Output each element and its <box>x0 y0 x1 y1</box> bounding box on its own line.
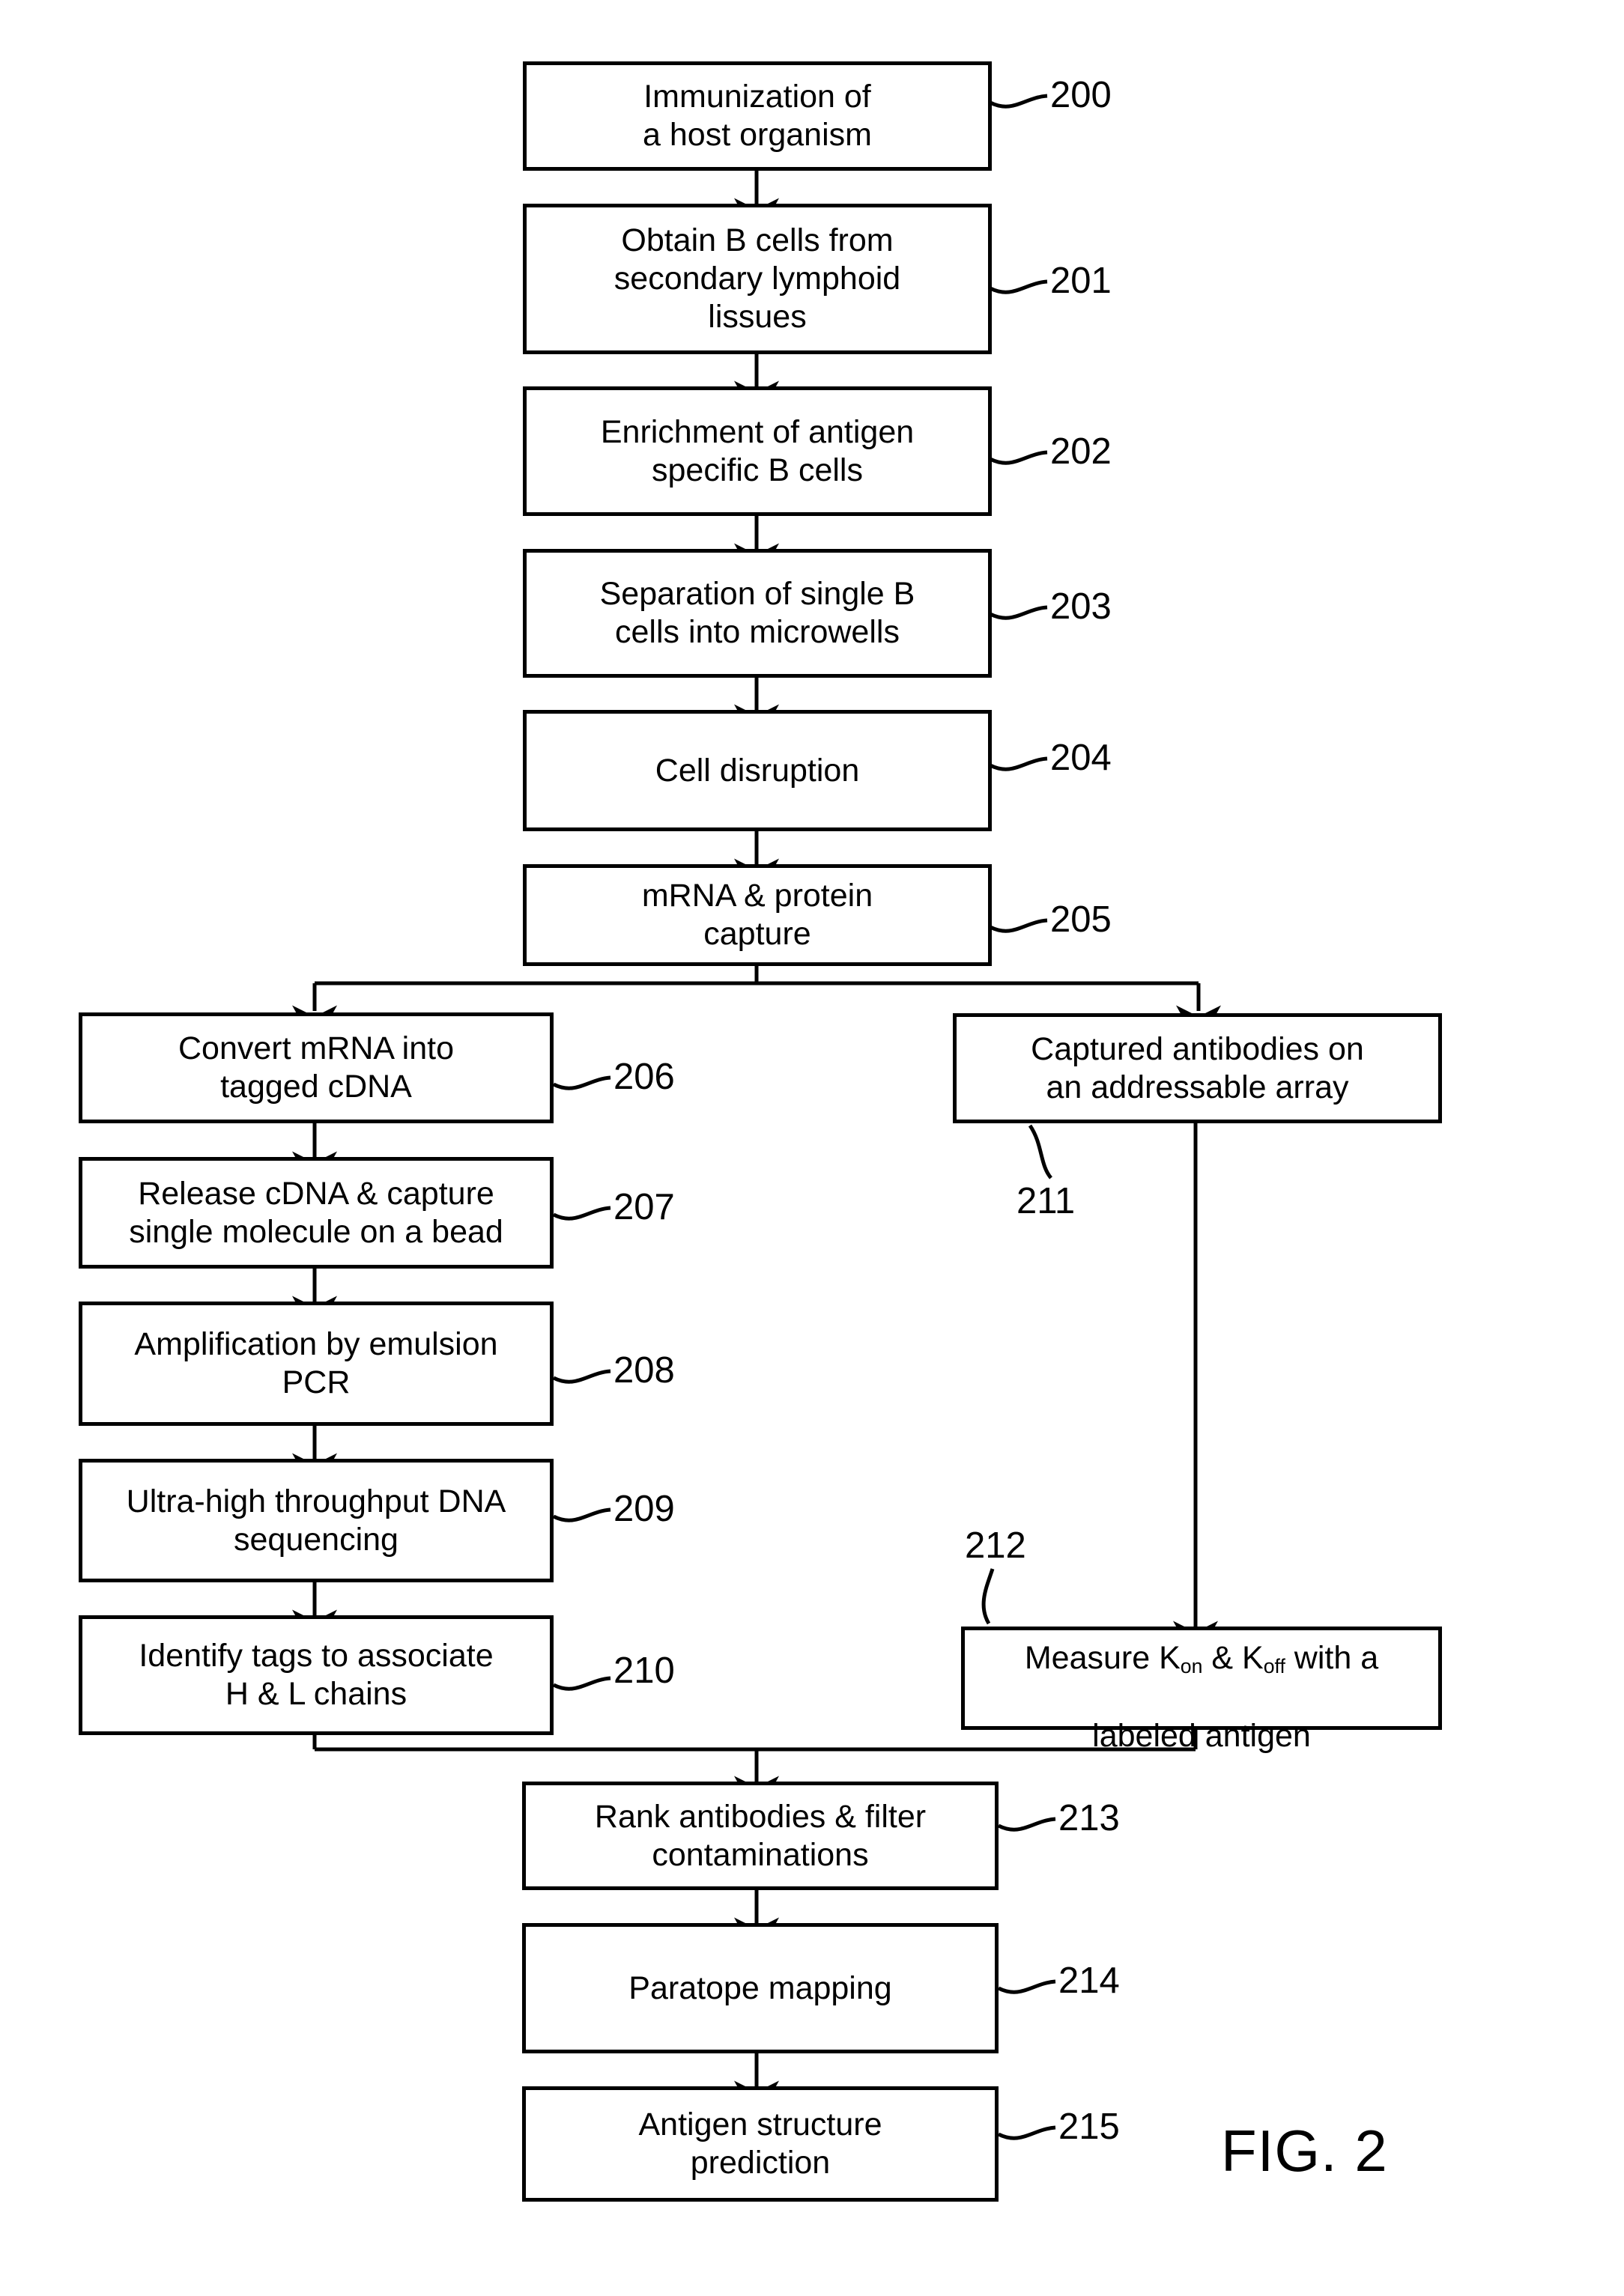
node-211-label: Captured antibodies on an addressable ar… <box>1031 1030 1364 1105</box>
leader-214 <box>997 1979 1056 1994</box>
node-204-cell-disruption[interactable]: Cell disruption <box>523 710 992 831</box>
node-207-release-cdna[interactable]: Release cDNA & capture single molecule o… <box>79 1157 554 1269</box>
patent-figure-2: Immunization of a host organism 200 Obta… <box>0 0 1624 2296</box>
node-203-separation[interactable]: Separation of single B cells into microw… <box>523 549 992 678</box>
leader-203 <box>989 605 1048 620</box>
refnum-200: 200 <box>1050 75 1112 115</box>
node-210-identify-tags[interactable]: Identify tags to associate H & L chains <box>79 1615 554 1735</box>
leader-204 <box>989 756 1048 771</box>
node-202-enrichment[interactable]: Enrichment of antigen specific B cells <box>523 386 992 516</box>
refnum-214: 214 <box>1058 1961 1120 2001</box>
refnum-201: 201 <box>1050 261 1112 301</box>
node-215-label: Antigen structure prediction <box>638 2107 882 2181</box>
refnum-205: 205 <box>1050 899 1112 940</box>
refnum-202: 202 <box>1050 431 1112 472</box>
node-211-captured-antibodies[interactable]: Captured antibodies on an addressable ar… <box>953 1013 1442 1123</box>
node-206-convert-mrna[interactable]: Convert mRNA into tagged cDNA <box>79 1012 554 1123</box>
node-215-antigen-structure[interactable]: Antigen structure prediction <box>522 2086 999 2202</box>
refnum-215: 215 <box>1058 2107 1120 2147</box>
node-210-label: Identify tags to associate H & L chains <box>139 1638 494 1712</box>
node-212-line2: labeled antigen <box>1092 1717 1311 1754</box>
leader-205 <box>989 918 1048 933</box>
leader-202 <box>989 450 1048 465</box>
refnum-212: 212 <box>965 1525 1026 1566</box>
refnum-208: 208 <box>613 1350 675 1391</box>
leader-200 <box>989 94 1048 109</box>
refnum-203: 203 <box>1050 586 1112 627</box>
figure-caption: FIG. 2 <box>1221 2118 1388 2184</box>
refnum-211: 211 <box>1016 1181 1076 1221</box>
refnum-206: 206 <box>613 1057 675 1097</box>
node-203-label: Separation of single B cells into microw… <box>599 576 915 650</box>
node-204-label: Cell disruption <box>655 752 860 789</box>
node-212-sub-on: on <box>1180 1655 1203 1678</box>
leader-206 <box>552 1075 611 1090</box>
leader-209 <box>552 1507 611 1522</box>
leader-210 <box>552 1676 611 1691</box>
refnum-213: 213 <box>1058 1798 1120 1838</box>
leader-207 <box>552 1206 611 1221</box>
node-207-label: Release cDNA & capture single molecule o… <box>129 1175 503 1250</box>
leader-211 <box>1028 1124 1053 1179</box>
refnum-210: 210 <box>613 1650 675 1691</box>
node-202-label: Enrichment of antigen specific B cells <box>600 413 915 488</box>
node-205-mrna-protein-capture[interactable]: mRNA & protein capture <box>523 864 992 966</box>
refnum-207: 207 <box>613 1187 675 1227</box>
node-200-immunization[interactable]: Immunization of a host organism <box>523 61 992 171</box>
node-209-label: Ultra-high throughput DNA sequencing <box>126 1483 506 1558</box>
node-212-label: Measure Kon & Koff with a labeled antige… <box>1017 1602 1386 1755</box>
leader-208 <box>552 1369 611 1384</box>
node-212-sub-off: off <box>1263 1655 1285 1678</box>
node-206-label: Convert mRNA into tagged cDNA <box>178 1030 455 1105</box>
node-212-line1: Measure Kon & Koff with a <box>1024 1640 1379 1678</box>
refnum-209: 209 <box>613 1489 675 1529</box>
refnum-204: 204 <box>1050 738 1112 778</box>
node-214-paratope-mapping[interactable]: Paratope mapping <box>522 1923 999 2053</box>
leader-201 <box>989 279 1048 294</box>
node-212-measure-kon-koff[interactable]: Measure Kon & Koff with a labeled antige… <box>961 1627 1442 1754</box>
node-208-label: Amplification by emulsion PCR <box>134 1326 498 1400</box>
leader-215 <box>997 2125 1056 2140</box>
node-208-amplification[interactable]: Amplification by emulsion PCR <box>79 1302 554 1426</box>
leader-212 <box>981 1568 995 1625</box>
node-201-label: Obtain B cells from secondary lymphoid l… <box>613 222 901 335</box>
node-205-label: mRNA & protein capture <box>641 878 873 952</box>
node-213-rank-antibodies[interactable]: Rank antibodies & filter contaminations <box>522 1782 999 1890</box>
node-200-label: Immunization of a host organism <box>643 79 872 153</box>
node-214-label: Paratope mapping <box>628 1969 892 2006</box>
node-201-obtain-b-cells[interactable]: Obtain B cells from secondary lymphoid l… <box>523 204 992 354</box>
node-213-label: Rank antibodies & filter contaminations <box>594 1798 927 1873</box>
leader-213 <box>997 1817 1056 1832</box>
node-209-dna-sequencing[interactable]: Ultra-high throughput DNA sequencing <box>79 1459 554 1582</box>
